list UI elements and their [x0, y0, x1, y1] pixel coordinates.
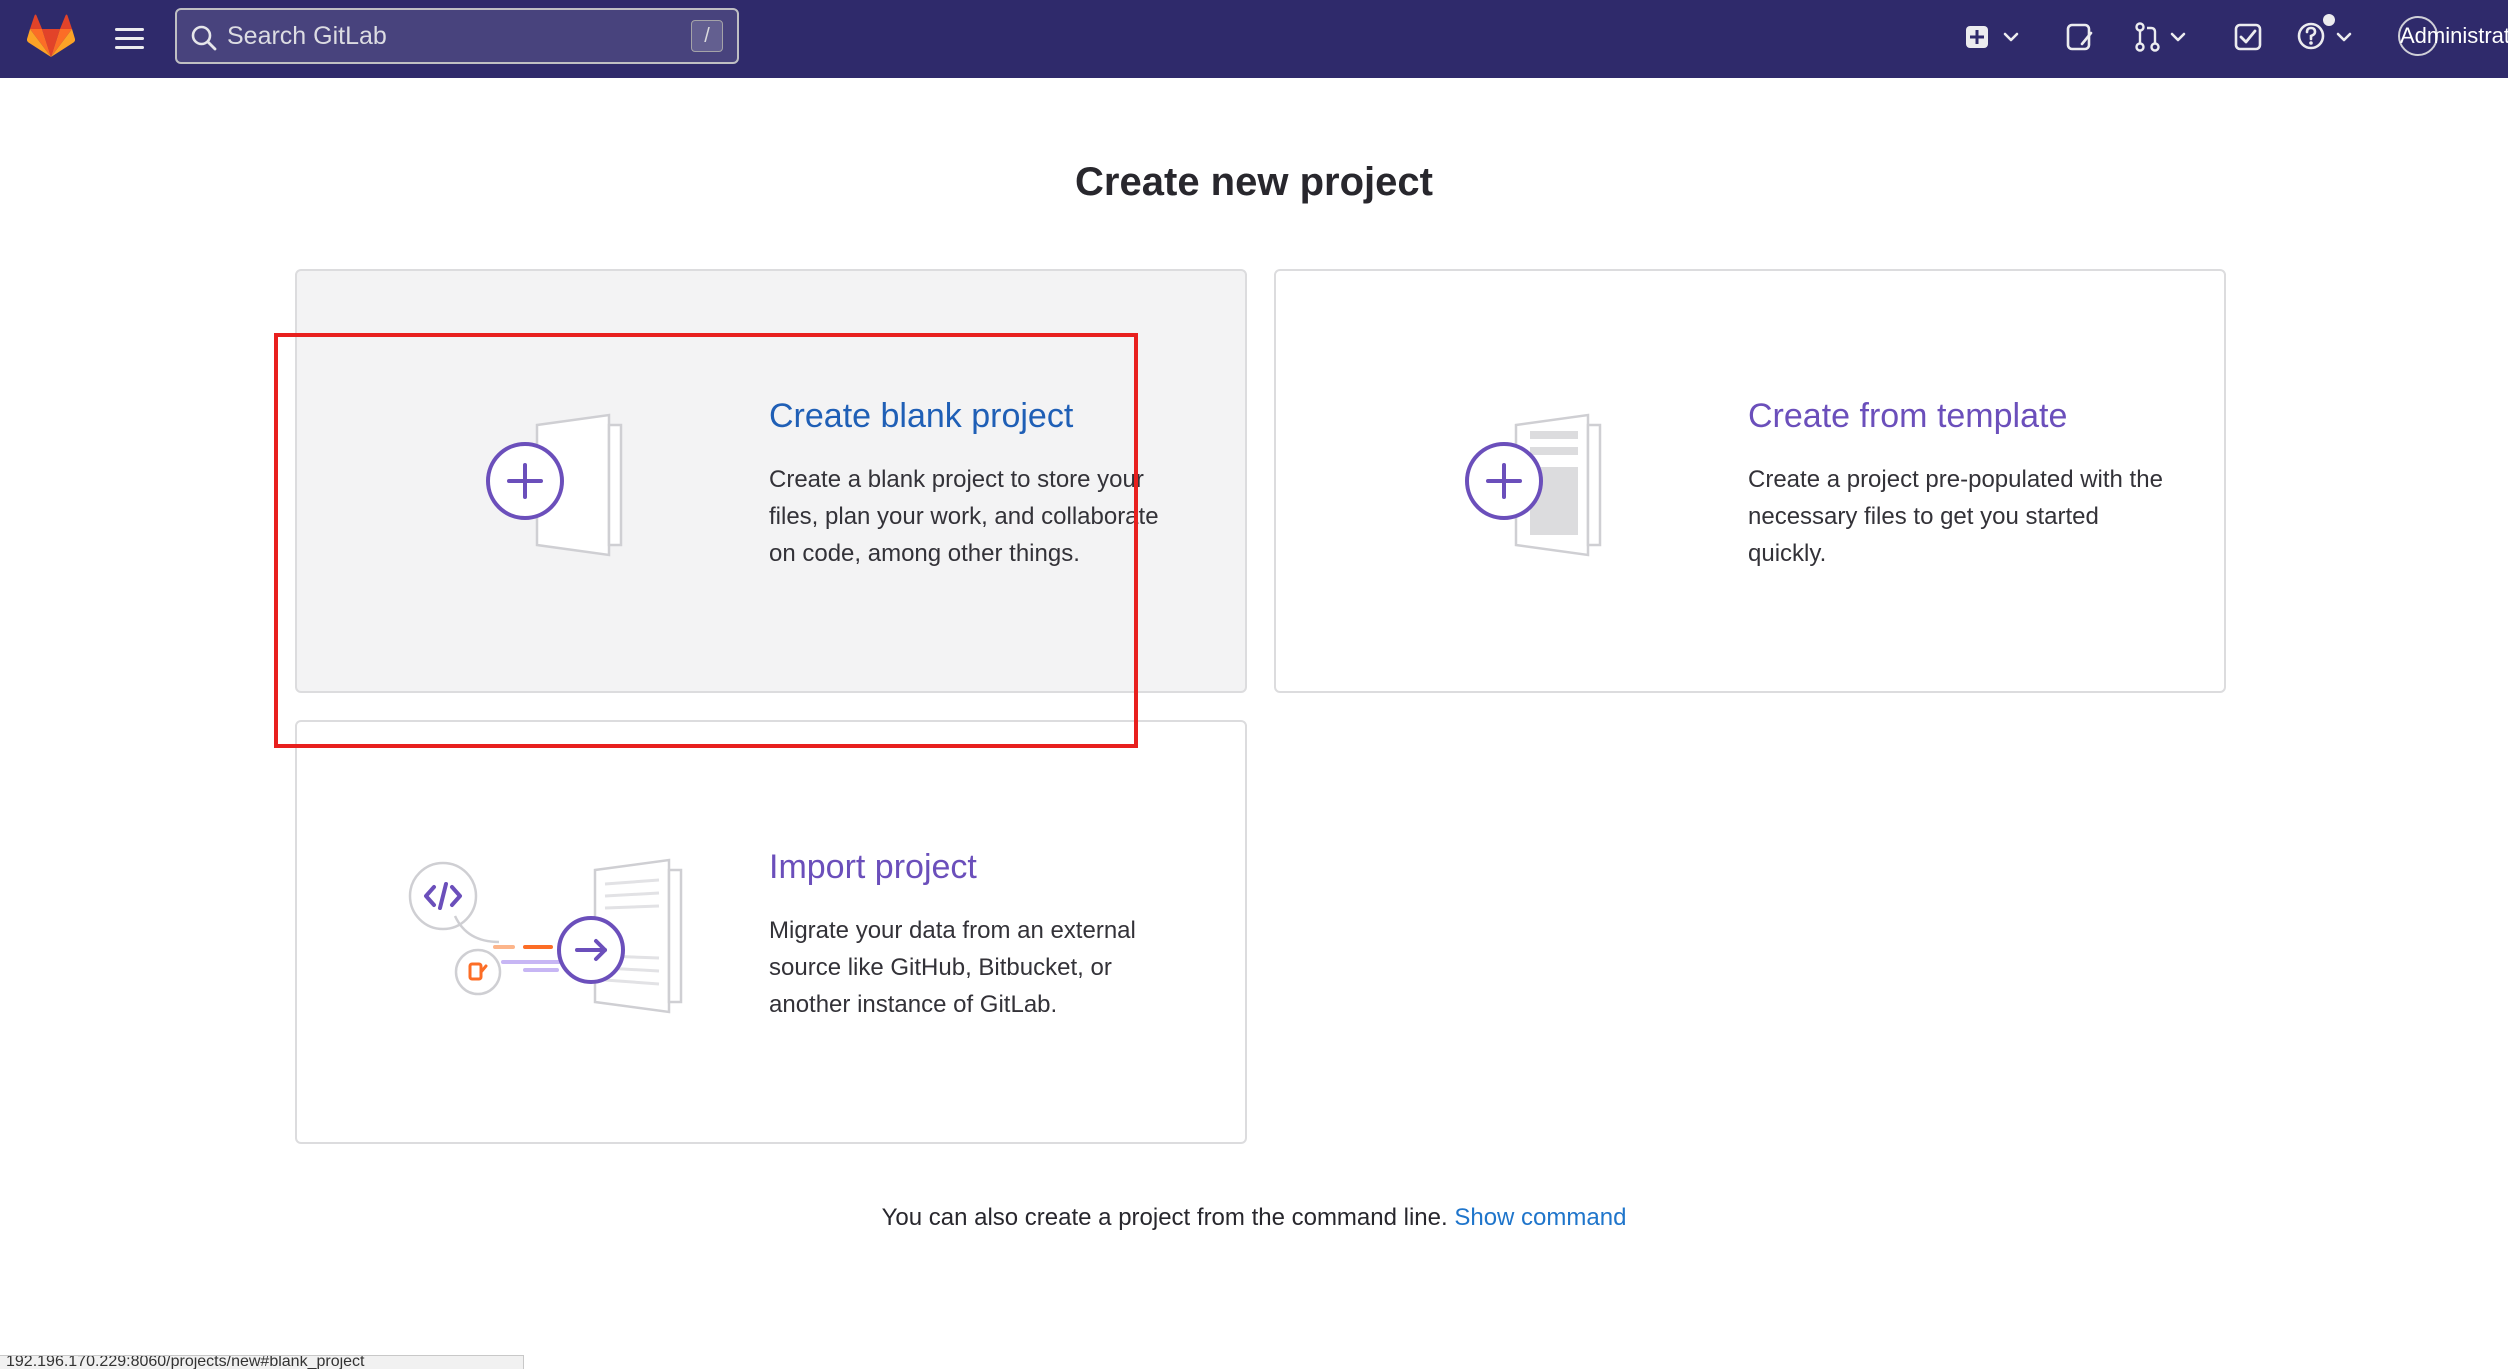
chevron-down-icon: [2170, 32, 2186, 42]
import-project-description: Migrate your data from an external sourc…: [769, 917, 1136, 1018]
import-project-title[interactable]: Import project: [769, 848, 977, 887]
new-item-dropdown[interactable]: [1960, 18, 2030, 56]
chevron-down-icon: [2336, 32, 2352, 42]
hamburger-menu-icon[interactable]: [112, 22, 148, 56]
new-item-icon: [1966, 26, 1988, 48]
search-box: /: [175, 8, 739, 64]
create-blank-project-description: Create a blank project to store your fil…: [769, 466, 1159, 567]
top-navbar: /: [0, 0, 2508, 78]
create-blank-project-title[interactable]: Create blank project: [769, 397, 1073, 436]
issues-icon[interactable]: [2060, 18, 2100, 56]
command-line-hint: You can also create a project from the c…: [0, 1204, 2508, 1232]
search-input[interactable]: [225, 10, 665, 62]
create-from-template-title[interactable]: Create from template: [1748, 397, 2067, 436]
search-icon: [190, 24, 218, 52]
page-title: Create new project: [1075, 160, 1433, 204]
merge-requests-dropdown[interactable]: [2128, 18, 2198, 56]
create-from-template-description: Create a project pre-populated with the …: [1748, 466, 2163, 567]
merge-request-icon: [2135, 22, 2160, 52]
command-line-text: You can also create a project from the c…: [881, 1204, 1448, 1231]
user-menu[interactable]: Administrator: [2398, 16, 2508, 60]
template-project-illustration: [1465, 413, 1602, 557]
show-command-link[interactable]: Show command: [1454, 1204, 1626, 1231]
help-dropdown[interactable]: [2294, 12, 2366, 56]
gitlab-logo[interactable]: [26, 14, 76, 58]
todo-icon[interactable]: [2228, 18, 2268, 56]
chevron-down-icon: [2003, 32, 2019, 42]
status-url-text: 192.196.170.229:8060/projects/new#blank_…: [6, 1355, 365, 1369]
import-project-illustration: [408, 858, 683, 1014]
create-from-template-panel[interactable]: Create from template Create a project pr…: [1274, 269, 2226, 693]
create-blank-project-panel[interactable]: Create blank project Create a blank proj…: [295, 269, 1247, 693]
user-name: Administrator: [2400, 23, 2508, 48]
search-shortcut-hint: /: [691, 20, 723, 52]
help-icon: [2297, 14, 2335, 50]
blank-project-illustration: [486, 413, 623, 557]
status-bar-url: 192.196.170.229:8060/projects/new#blank_…: [0, 1355, 524, 1369]
import-project-panel[interactable]: Import project Migrate your data from an…: [295, 720, 1247, 1144]
